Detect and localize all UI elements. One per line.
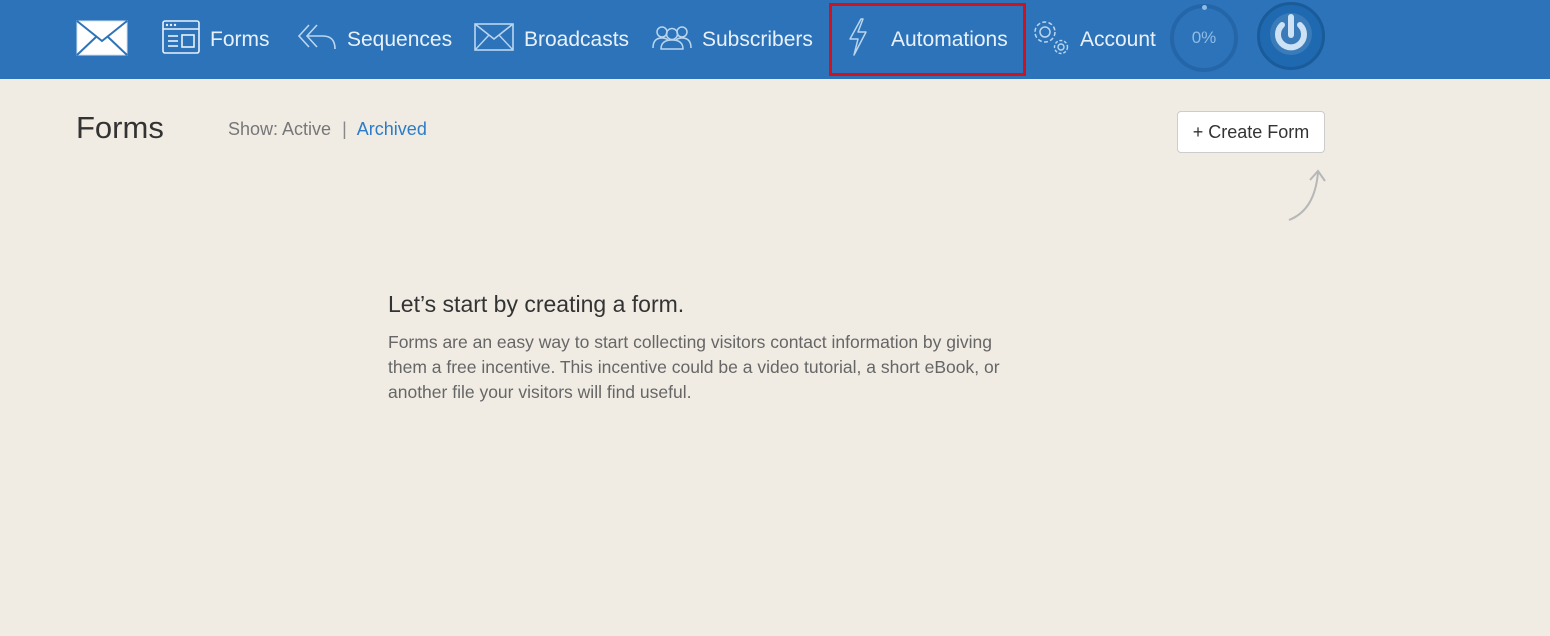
nav-subscribers[interactable]: Subscribers [652, 0, 813, 79]
lightning-icon [847, 17, 869, 62]
nav-broadcasts[interactable]: Broadcasts [474, 0, 629, 79]
logo-envelope-icon[interactable] [76, 20, 128, 56]
nav-account-label: Account [1080, 27, 1156, 51]
nav-sequences[interactable]: Sequences [297, 0, 452, 79]
status-filter: Show: Active | Archived [228, 119, 427, 140]
form-window-icon [162, 19, 200, 60]
progress-indicator: 0% [1170, 4, 1238, 72]
show-label: Show: [228, 119, 279, 139]
reply-all-icon [297, 23, 337, 57]
progress-value: 0% [1191, 28, 1217, 47]
nav-forms[interactable]: Forms [162, 0, 270, 79]
nav-automations-label: Automations [891, 27, 1008, 51]
filter-active[interactable]: Active [282, 119, 331, 139]
users-icon [652, 24, 692, 56]
empty-state-heading: Let’s start by creating a form. [388, 291, 685, 317]
nav-account[interactable]: Account [1030, 0, 1156, 79]
curved-arrow-icon [1285, 166, 1329, 224]
empty-state-text: Forms are an easy way to start collectin… [388, 332, 1000, 402]
filter-archived[interactable]: Archived [357, 119, 427, 139]
nav-automations[interactable]: Automations [829, 3, 1026, 76]
nav-broadcasts-label: Broadcasts [524, 27, 630, 51]
power-icon [1268, 11, 1314, 62]
power-button[interactable] [1257, 2, 1325, 70]
nav-subscribers-label: Subscribers [702, 27, 813, 51]
nav-sequences-label: Sequences [347, 27, 453, 51]
page-title: Forms [76, 110, 164, 145]
filter-separator: | [342, 119, 347, 139]
nav-forms-label: Forms [210, 27, 270, 51]
create-form-button[interactable]: + Create Form [1177, 111, 1325, 153]
top-navigation-bar: Forms Sequences Broadcasts Subscribers A… [0, 0, 1550, 79]
envelope-icon [474, 22, 514, 57]
gears-icon [1030, 18, 1070, 62]
progress-dot [1202, 5, 1207, 10]
